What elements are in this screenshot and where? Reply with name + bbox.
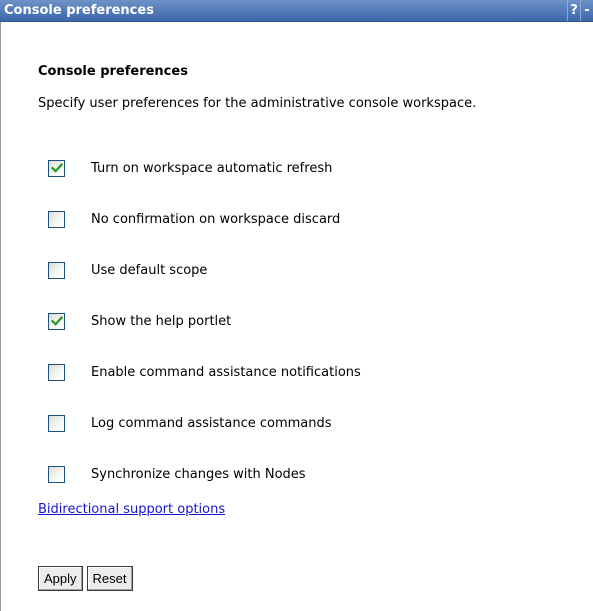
frame-border <box>0 22 1 611</box>
checkmark-icon <box>51 163 63 173</box>
minimize-icon[interactable]: - <box>580 0 593 21</box>
sync-nodes-checkbox[interactable] <box>48 466 65 483</box>
auto-refresh-checkbox[interactable] <box>48 160 65 177</box>
preference-row-log-commands: Log command assistance commands <box>48 415 568 466</box>
preference-row-default-scope: Use default scope <box>48 262 568 313</box>
page-title: Console preferences <box>38 64 188 79</box>
section-header: Console preferences <box>38 64 578 80</box>
help-icon[interactable]: ? <box>567 0 580 21</box>
log-commands-checkbox[interactable] <box>48 415 65 432</box>
command-notifications-label[interactable]: Enable command assistance notifications <box>91 365 361 381</box>
apply-button[interactable]: Apply <box>38 566 83 591</box>
default-scope-checkbox[interactable] <box>48 262 65 279</box>
no-confirm-discard-label[interactable]: No confirmation on workspace discard <box>91 212 340 228</box>
bidirectional-support-link[interactable]: Bidirectional support options <box>38 502 225 517</box>
help-portlet-label[interactable]: Show the help portlet <box>91 314 231 330</box>
help-portlet-checkbox[interactable] <box>48 313 65 330</box>
page-description: Specify user preferences for the adminis… <box>38 96 477 111</box>
auto-refresh-label[interactable]: Turn on workspace automatic refresh <box>91 161 332 177</box>
window-title: Console preferences <box>4 3 154 18</box>
preferences-list: Turn on workspace automatic refresh No c… <box>48 160 568 517</box>
preference-row-command-notifications: Enable command assistance notifications <box>48 364 568 415</box>
title-bar-icons: ? - <box>567 0 593 21</box>
preference-row-help-portlet: Show the help portlet <box>48 313 568 364</box>
action-buttons: Apply Reset <box>38 566 133 591</box>
default-scope-label[interactable]: Use default scope <box>91 263 207 279</box>
command-notifications-checkbox[interactable] <box>48 364 65 381</box>
no-confirm-discard-checkbox[interactable] <box>48 211 65 228</box>
log-commands-label[interactable]: Log command assistance commands <box>91 416 332 432</box>
title-bar: Console preferences ? - <box>0 0 593 22</box>
sync-nodes-label[interactable]: Synchronize changes with Nodes <box>91 467 306 483</box>
checkmark-icon <box>51 316 63 326</box>
reset-button[interactable]: Reset <box>86 566 133 591</box>
preference-row-no-confirm-discard: No confirmation on workspace discard <box>48 211 568 262</box>
preference-row-auto-refresh: Turn on workspace automatic refresh <box>48 160 568 211</box>
